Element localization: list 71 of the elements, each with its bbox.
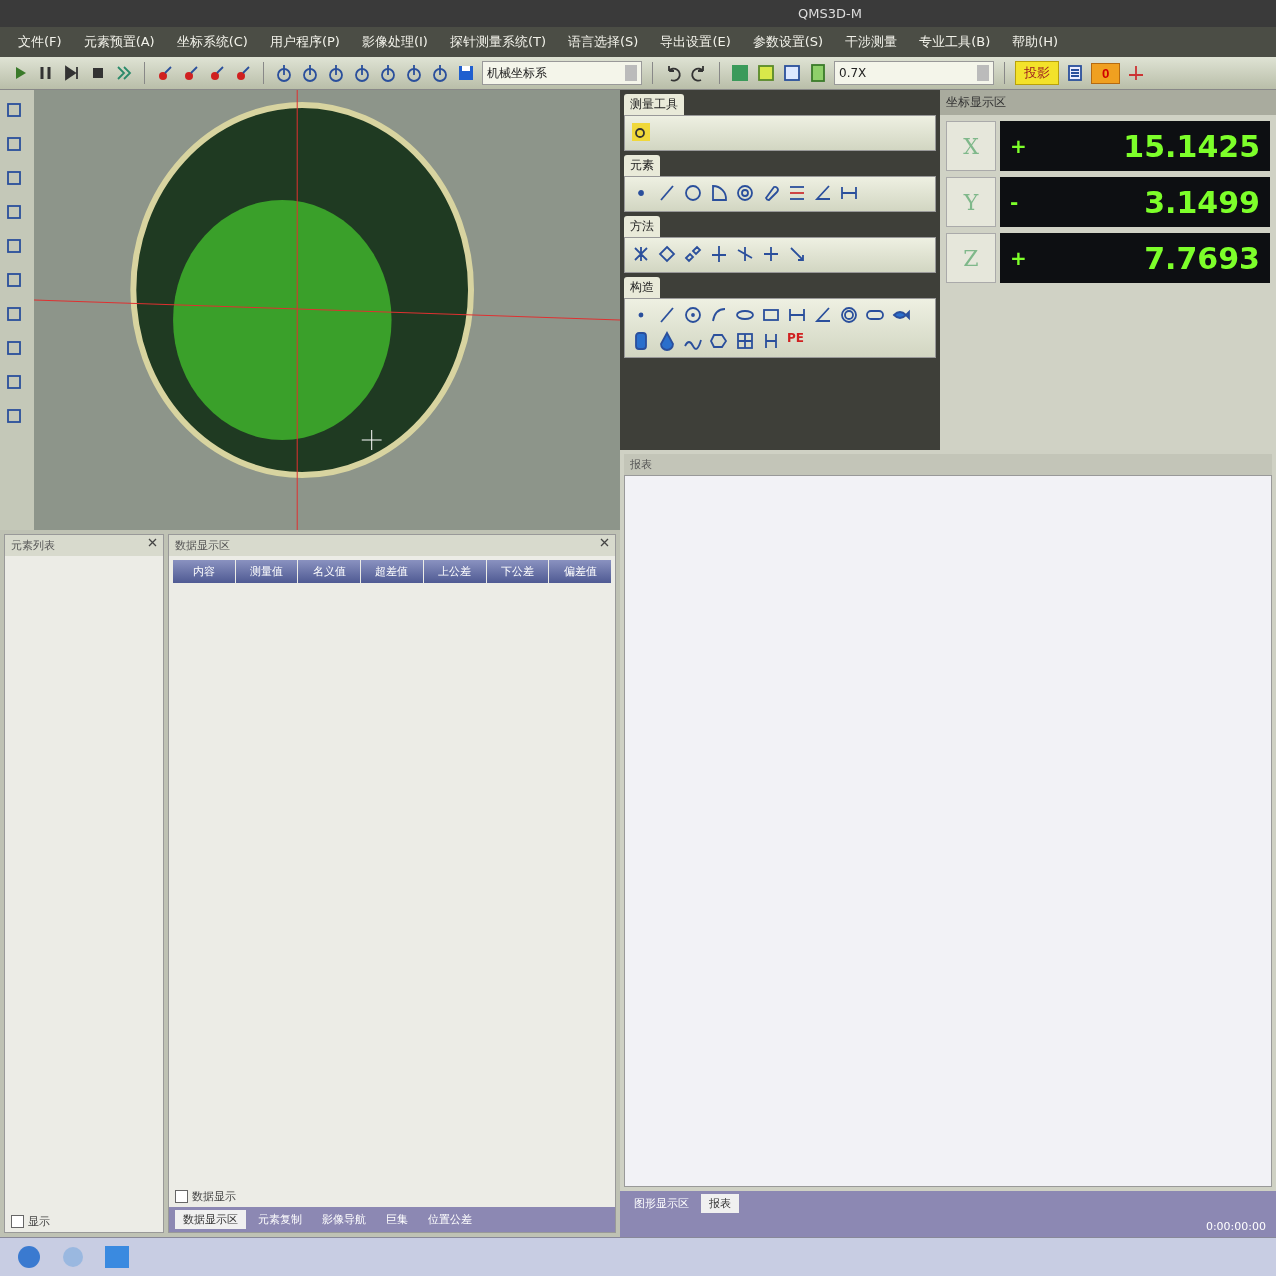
- column-header[interactable]: 下公差: [486, 560, 549, 583]
- concentric-circles-icon[interactable]: [735, 183, 755, 203]
- close-icon[interactable]: [148, 538, 157, 547]
- projection-button[interactable]: 投影: [1015, 61, 1059, 85]
- menu-item[interactable]: 导出设置(E): [660, 33, 731, 51]
- axis-label: X: [946, 121, 996, 171]
- checkbox[interactable]: [175, 1190, 188, 1203]
- coordinate-readout: + 7.7693: [1000, 233, 1270, 283]
- checkbox[interactable]: [11, 1215, 24, 1228]
- line-icon[interactable]: [657, 183, 677, 203]
- pe-label[interactable]: PE: [787, 331, 804, 351]
- panel-title: 元素: [624, 155, 660, 176]
- column-header[interactable]: 上公差: [423, 560, 486, 583]
- tab[interactable]: 数据显示区: [175, 1210, 246, 1229]
- document-icon[interactable]: [782, 63, 802, 83]
- panel-title: 报表: [630, 457, 652, 472]
- axis-label: Z: [946, 233, 996, 283]
- menu-item[interactable]: 参数设置(S): [752, 33, 824, 51]
- panel-title: 方法: [624, 216, 660, 237]
- save-icon[interactable]: [456, 63, 476, 83]
- menu-item[interactable]: 用户程序(P): [269, 33, 340, 51]
- checkbox-label: 显示: [28, 1214, 50, 1229]
- ring-icon[interactable]: [839, 305, 859, 325]
- menu-item[interactable]: 探针测量系统(T): [449, 33, 546, 51]
- line-icon[interactable]: [657, 305, 677, 325]
- panel-title: 构造: [624, 277, 660, 298]
- tab[interactable]: 报表: [701, 1194, 739, 1213]
- menu-item[interactable]: 影像处理(I): [361, 33, 428, 51]
- checkbox-label: 数据显示: [192, 1189, 236, 1204]
- menu-item[interactable]: 专业工具(B): [919, 33, 991, 51]
- coordinate-system-dropdown[interactable]: 机械坐标系: [482, 61, 642, 85]
- panel-title: 数据显示区: [175, 538, 230, 553]
- droplet-icon[interactable]: [657, 331, 677, 351]
- window-title: QMS3D-M: [0, 0, 1276, 27]
- menu-item[interactable]: 文件(F): [18, 33, 62, 51]
- chain-icon[interactable]: [683, 244, 703, 264]
- cross-icon[interactable]: [631, 244, 651, 264]
- column-header[interactable]: 偏差值: [549, 560, 611, 583]
- menu-item[interactable]: 元素预置(A): [83, 33, 155, 51]
- column-header[interactable]: 名义值: [298, 560, 361, 583]
- page-icon[interactable]: [808, 63, 828, 83]
- list-icon[interactable]: [1065, 63, 1085, 83]
- elapsed-time: 0:00:00:00: [1205, 1220, 1266, 1233]
- spreadsheet-icon[interactable]: [756, 63, 776, 83]
- panel-title: 测量工具: [624, 94, 684, 115]
- panel-title: 坐标显示区: [940, 90, 1276, 115]
- circle-icon[interactable]: [683, 305, 703, 325]
- column-header[interactable]: 内容: [173, 560, 235, 583]
- panel-title: 元素列表: [11, 538, 55, 553]
- circle-icon[interactable]: [683, 183, 703, 203]
- column-header[interactable]: 超差值: [361, 560, 423, 583]
- menu-item[interactable]: 帮助(H): [1012, 33, 1059, 51]
- arrow-line-icon[interactable]: [787, 244, 807, 264]
- perpendicular-icon[interactable]: [761, 244, 781, 264]
- polygon-icon[interactable]: [709, 331, 729, 351]
- bisector-icon[interactable]: [735, 244, 755, 264]
- arc-icon[interactable]: [709, 183, 729, 203]
- coordinate-readout: + 15.1425: [1000, 121, 1270, 171]
- menu-item[interactable]: 坐标系统(C): [176, 33, 248, 51]
- menu-item[interactable]: 干涉测量: [845, 33, 898, 51]
- diamond-icon[interactable]: [657, 244, 677, 264]
- column-header[interactable]: 测量值: [235, 560, 298, 583]
- menu-item[interactable]: 语言选择(S): [567, 33, 639, 51]
- close-icon[interactable]: [600, 538, 609, 547]
- square-icon[interactable]: [4, 168, 24, 188]
- zoom-dropdown[interactable]: 0.7X: [834, 61, 994, 85]
- intersect-icon[interactable]: [709, 244, 729, 264]
- coordinate-readout: - 3.1499: [1000, 177, 1270, 227]
- camera-icon[interactable]: [631, 122, 651, 142]
- axis-label: Y: [946, 177, 996, 227]
- parallel-lines-icon[interactable]: [787, 183, 807, 203]
